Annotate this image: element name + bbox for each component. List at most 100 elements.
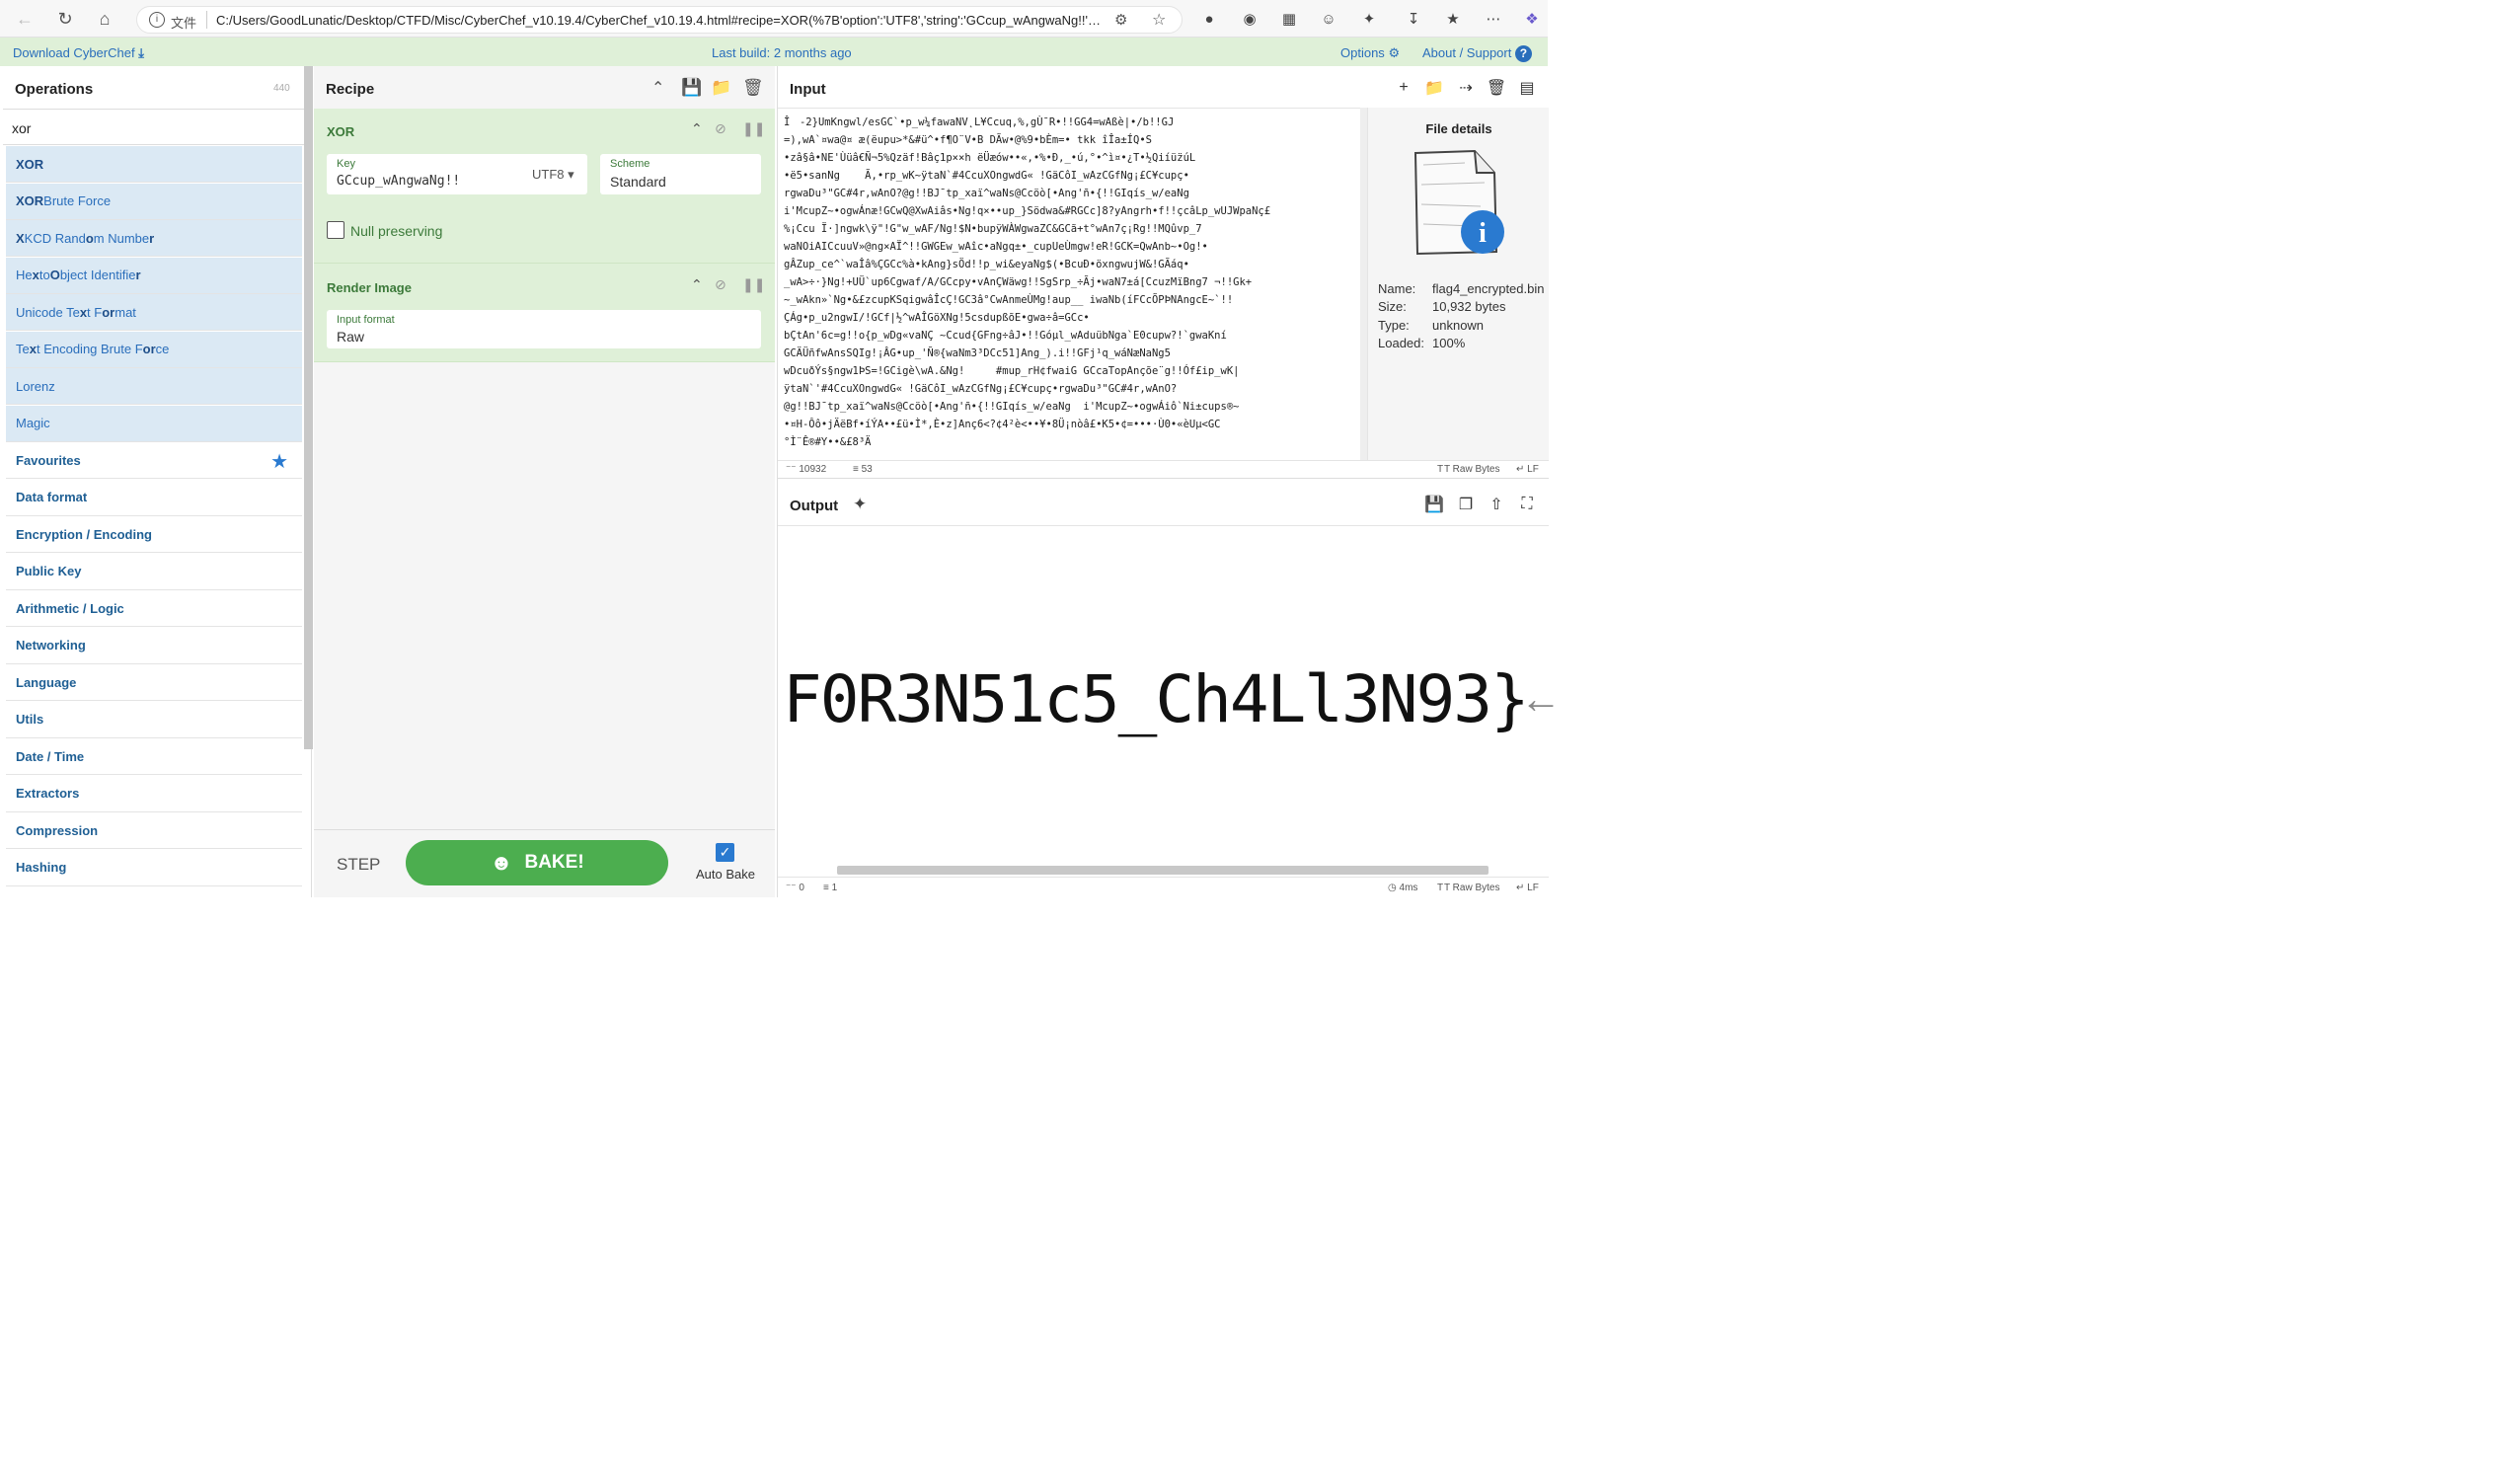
output-status-bar: ⁻⁻ 0 ≡ 1 ◷ 4ms T T Raw Bytes ↵ LF <box>778 877 1549 897</box>
null-preserving-checkbox[interactable] <box>327 221 344 239</box>
more-icon[interactable]: ⋯ <box>1484 9 1503 29</box>
category-data-format[interactable]: Data format <box>6 479 302 516</box>
category-favourites[interactable]: Favourites ★ <box>6 442 302 479</box>
input-eol[interactable]: ↵ LF <box>1516 464 1539 475</box>
operation-result[interactable]: Unicode Te x t Fo r mat <box>6 294 302 331</box>
operations-panel: Operations 440 xor XOR XOR Brute Force X KC… <box>3 66 313 897</box>
disable-icon[interactable]: ⊘ <box>715 276 726 293</box>
operation-result[interactable]: XOR <box>6 146 302 183</box>
output-scrollbar[interactable] <box>837 866 1489 875</box>
category-language[interactable]: Language <box>6 664 302 701</box>
reload-icon[interactable]: ↻ <box>52 6 78 32</box>
profile-extension-icon[interactable]: ☺ <box>1319 9 1338 29</box>
back-icon[interactable]: ← <box>12 6 38 32</box>
disable-icon[interactable]: ⊘ <box>715 120 726 137</box>
pause-icon[interactable]: ❚❚ <box>742 276 765 293</box>
category-arithmetic-logic[interactable]: Arithmetic / Logic <box>6 590 302 627</box>
favorites-icon[interactable]: ★ <box>1443 9 1463 29</box>
save-recipe-icon[interactable]: 💾 <box>681 78 702 98</box>
output-eol[interactable]: ↵ LF <box>1516 883 1539 893</box>
svg-text:i: i <box>1479 218 1487 249</box>
recipe-panel: Recipe ⌃ 💾 📁 🗑 XOR ⌃ ⊘ ❚❚ Key GCcup_wAng… <box>314 66 775 897</box>
open-folder-icon[interactable]: 📁 <box>1423 77 1445 99</box>
clear-recipe-icon[interactable]: 🗑 <box>742 78 764 98</box>
load-recipe-icon[interactable]: 📁 <box>711 78 731 98</box>
null-preserving-label: Null preserving <box>350 223 443 239</box>
extensions-icon[interactable]: ✦ <box>1359 9 1379 29</box>
open-file-icon[interactable]: ⇢ <box>1455 77 1477 99</box>
category-hashing[interactable]: Hashing <box>6 849 302 886</box>
address-bar[interactable]: i 文件 C:/Users/GoodLunatic/Desktop/CTFD/M… <box>136 6 1183 34</box>
operations-scrollbar[interactable] <box>304 66 313 749</box>
layout-icon[interactable]: ▤ <box>1516 77 1538 99</box>
divider <box>778 478 1549 479</box>
file-details-title: File details <box>1425 121 1492 136</box>
operation-result[interactable]: He x to Object Identifie r <box>6 257 302 294</box>
chevron-up-icon[interactable]: ⌃ <box>691 276 703 293</box>
input-encoding[interactable]: T T Raw Bytes <box>1437 464 1499 475</box>
cookie-extension-icon[interactable]: ● <box>1199 9 1219 29</box>
magic-wand-icon[interactable]: ✦ <box>853 495 867 514</box>
bake-button[interactable]: ☻ BAKE! <box>406 840 668 885</box>
copilot-icon[interactable]: ❖ <box>1522 9 1542 29</box>
file-size-label: Size: <box>1378 299 1407 314</box>
operation-result[interactable]: Te x t Encoding Brute Fo r ce <box>6 331 302 368</box>
category-public-key[interactable]: Public Key <box>6 553 302 590</box>
add-tab-icon[interactable]: + <box>1393 77 1414 99</box>
file-type-label: Type: <box>1378 318 1410 333</box>
match-highlight: x <box>32 268 39 282</box>
operations-count: 440 <box>273 83 290 94</box>
input-textarea[interactable]: Îㅤ-2}UmKngwl/esGC`•p_w¼fawaNV˛L¥Ccuq,%,g… <box>784 114 1356 459</box>
input-format-value[interactable]: Raw <box>337 329 364 345</box>
render-image-operation: Render Image ⌃ ⊘ ❚❚ Input format Raw <box>314 264 775 362</box>
scheme-label: 文件 <box>171 16 197 31</box>
category-label: Encryption / Encoding <box>16 526 152 542</box>
file-details: File details i Name: flag4_encrypted.bin… <box>1367 108 1549 460</box>
operation-result[interactable]: Lorenz <box>6 368 302 405</box>
maximise-icon[interactable]: ⛶ <box>1516 494 1538 515</box>
chef-icon: ☻ <box>490 850 513 875</box>
scheme-field[interactable]: Scheme Standard <box>600 154 761 194</box>
key-field[interactable]: Key GCcup_wAngwaNg!! UTF8 ▾ <box>327 154 587 194</box>
copy-output-icon[interactable]: ❐ <box>1455 494 1477 515</box>
step-button[interactable]: STEP <box>337 855 380 875</box>
chevron-up-icon[interactable]: ⌃ <box>691 120 703 137</box>
category-utils[interactable]: Utils <box>6 701 302 738</box>
match-highlight: O <box>49 268 60 282</box>
match-highlight: r <box>149 230 155 246</box>
info-icon[interactable]: i <box>149 12 165 28</box>
save-output-icon[interactable]: 💾 <box>1423 494 1445 515</box>
key-value[interactable]: GCcup_wAngwaNg!! <box>337 174 460 189</box>
operation-result[interactable]: Magic <box>6 405 302 442</box>
pause-icon[interactable]: ❚❚ <box>742 120 765 137</box>
search-box[interactable]: xor <box>3 109 304 145</box>
star-icon[interactable]: ☆ <box>1152 10 1166 30</box>
output-encoding[interactable]: T T Raw Bytes <box>1437 883 1499 893</box>
collapse-all-icon[interactable]: ⌃ <box>651 78 664 98</box>
operation-label: Lorenz <box>16 378 55 394</box>
translate-icon[interactable]: ⚙ <box>1114 11 1127 29</box>
replace-input-icon[interactable]: ⇧ <box>1486 494 1507 515</box>
operation-result[interactable]: XOR Brute Force <box>6 183 302 220</box>
input-scrollbar[interactable] <box>1360 108 1367 460</box>
key-encoding-select[interactable]: UTF8 ▾ <box>532 167 574 183</box>
input-format-field[interactable]: Input format Raw <box>327 310 761 348</box>
category-date-time[interactable]: Date / Time <box>6 738 302 775</box>
search-input[interactable]: xor <box>12 120 31 136</box>
auto-bake-checkbox[interactable]: ✓ <box>716 843 734 862</box>
record-extension-icon[interactable]: ◉ <box>1240 9 1260 29</box>
category-encryption-encoding[interactable]: Encryption / Encoding <box>6 516 302 553</box>
operation-result[interactable]: X KCD Rand o m Numbe r <box>6 220 302 257</box>
category-extractors[interactable]: Extractors <box>6 775 302 812</box>
home-icon[interactable]: ⌂ <box>92 6 117 32</box>
category-label: Public Key <box>16 564 82 578</box>
about-link[interactable]: About / Support ? <box>1422 45 1532 62</box>
scheme-value[interactable]: Standard <box>610 174 666 190</box>
download-link[interactable]: Download CyberChef ⤓ <box>13 45 144 61</box>
category-networking[interactable]: Networking <box>6 627 302 664</box>
category-compression[interactable]: Compression <box>6 812 302 849</box>
clear-input-icon[interactable]: 🗑 <box>1486 77 1507 99</box>
tabs-icon[interactable]: ▦ <box>1279 9 1299 29</box>
options-link[interactable]: Options ⚙ <box>1340 45 1400 61</box>
download-icon[interactable]: ↧ <box>1404 9 1423 29</box>
